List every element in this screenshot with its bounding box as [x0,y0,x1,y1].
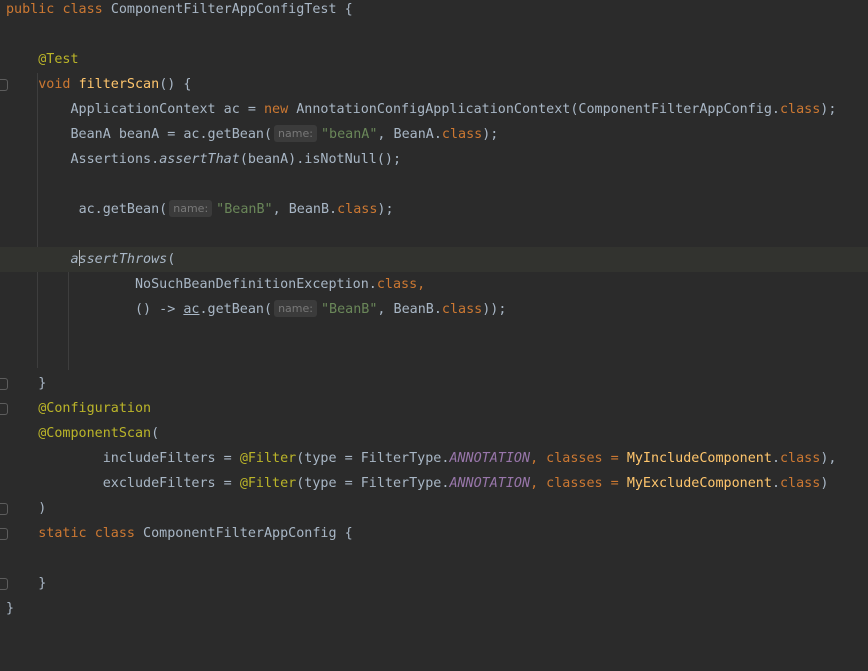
string-literal: "BeanB" [216,202,273,217]
code-text: ( [167,252,176,267]
code-line[interactable]: static class ComponentFilterAppConfig { [0,521,868,546]
code-text: ) [820,476,829,491]
class-name: ComponentFilterAppConfigTest [110,2,337,17]
code-line[interactable]: Assertions.assertThat(beanA).isNotNull()… [0,147,868,172]
code-line[interactable]: BeanA beanA = ac.getBean(name: "beanA", B… [0,122,868,147]
code-text: (type = FilterType. [296,451,450,466]
code-text: . [771,476,780,491]
code-text: ac.getBean( [78,202,168,217]
string-literal: "beanA" [320,127,378,142]
code-line[interactable]: excludeFilters = @Filter(type = FilterTy… [0,471,868,496]
keyword: new [263,102,289,117]
code-text: BeanA beanA = ac.getBean( [70,127,273,142]
annotation: @ComponentScan [38,426,152,441]
code-text: Assertions. [70,152,160,167]
code-line[interactable]: ApplicationContext ac = new AnnotationCo… [0,97,868,122]
brace: } [38,576,47,591]
code-text: ); [820,102,837,117]
code-text: () -> [135,302,184,317]
code-text: AnnotationConfigApplicationContext(Compo… [288,102,780,117]
keyword: static [38,526,87,541]
keyword: class [376,277,418,292]
keyword: class [62,2,103,17]
code-line[interactable]: public class ComponentFilterAppConfigTes… [0,0,868,22]
code-text: (beanA).isNotNull(); [239,152,402,167]
brace: } [6,601,15,616]
keyword: class [780,476,821,491]
code-text: . [771,451,780,466]
code-line[interactable]: includeFilters = @Filter(type = FilterTy… [0,446,868,471]
keyword: class [441,302,483,317]
code-line[interactable]: @ComponentScan( [0,421,868,446]
enum-constant: ANNOTATION [449,451,531,466]
code-text: .getBean( [199,302,273,317]
code-text: excludeFilters = [102,476,240,491]
code-text: )); [482,302,507,317]
code-line[interactable]: void filterScan() { [0,72,868,97]
parameter-hint: name: [274,125,317,142]
code-text: () { [159,77,192,92]
code-text: ); [482,127,499,142]
class-reference: MyIncludeComponent [626,451,772,466]
code-text: , BeanB. [377,302,442,317]
string-literal: "BeanB" [320,302,378,317]
code-text: , classes = [530,451,627,466]
brace: } [38,376,47,391]
code-line[interactable]: } [0,596,868,621]
annotation: @Filter [239,451,297,466]
keyword: public [6,2,55,17]
code-text: ApplicationContext ac = [70,102,264,117]
keyword: class [441,127,483,142]
annotation: @Filter [239,476,297,491]
code-text: NoSuchBeanDefinitionException. [135,277,377,292]
code-text: ) [38,501,47,516]
keyword: class [779,102,821,117]
annotation: @Configuration [38,401,152,416]
parameter-hint: name: [274,300,317,317]
code-text: ( [151,426,160,441]
code-text: includeFilters = [102,451,240,466]
current-code-line[interactable]: assertThrows( [0,247,868,272]
code-text: ComponentFilterAppConfig { [135,526,353,541]
parameter-hint: name: [169,200,213,217]
static-method: a [70,252,79,267]
code-editor[interactable]: public class ComponentFilterAppConfigTes… [0,0,868,629]
enum-constant: ANNOTATION [449,476,531,491]
keyword: class [94,526,135,541]
code-text: , BeanB. [272,202,338,217]
code-line[interactable]: } [0,371,868,396]
method-name: filterScan [78,77,160,92]
code-text: (type = FilterType. [296,476,450,491]
code-text: ); [377,202,394,217]
keyword: void [38,77,71,92]
static-method: ssertThrows [78,252,168,267]
code-line[interactable]: () -> ac.getBean(name: "BeanB", BeanB.cla… [0,297,868,322]
keyword: class [780,451,821,466]
code-line[interactable]: } [0,571,868,596]
code-text: , [417,277,426,292]
code-line[interactable]: @Configuration [0,396,868,421]
code-line[interactable]: @Test [0,47,868,72]
code-line[interactable]: NoSuchBeanDefinitionException.class, [0,272,868,297]
code-text: , classes = [530,476,627,491]
code-text: , BeanA. [377,127,442,142]
code-line[interactable]: ) [0,496,868,521]
keyword: class [337,202,378,217]
class-reference: MyExcludeComponent [626,476,772,491]
brace: { [344,2,353,17]
code-text: ), [820,451,837,466]
variable-reference: ac [183,302,200,317]
annotation: @Test [38,52,79,67]
static-method: assertThat [159,152,240,167]
code-line[interactable]: ac.getBean(name: "BeanB", BeanB.class); [0,197,868,222]
